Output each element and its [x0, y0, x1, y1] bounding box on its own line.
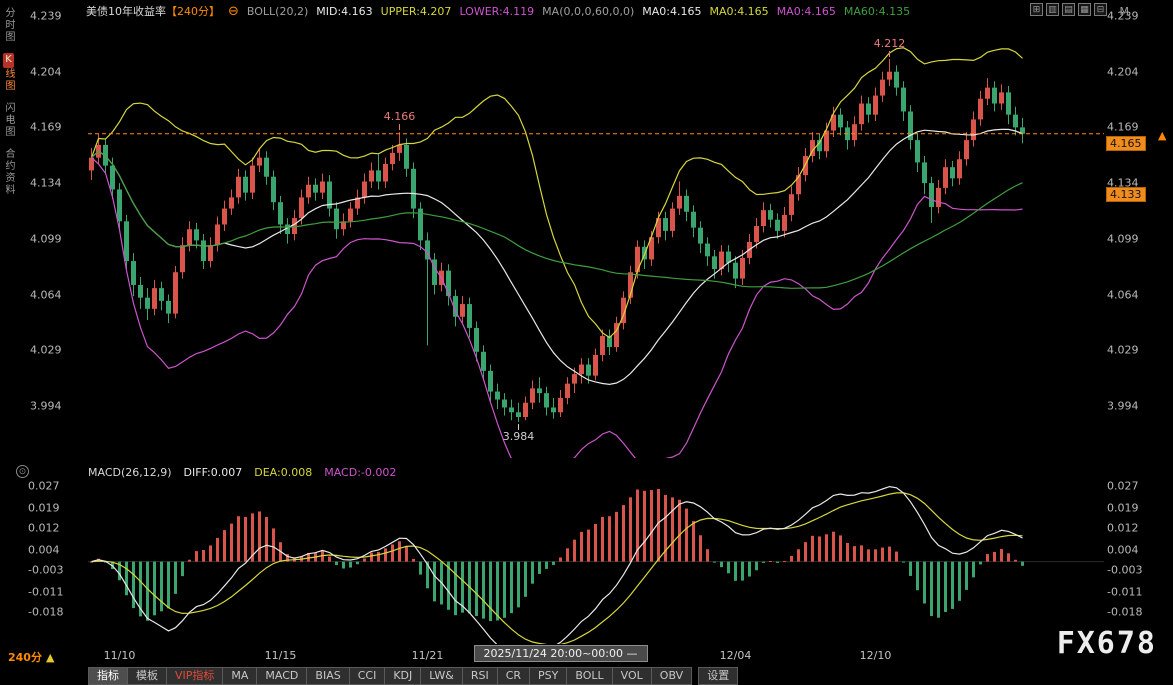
secondary-price-tag: 4.133 — [1106, 187, 1146, 202]
toolbar-tab[interactable]: MACD — [257, 667, 307, 685]
k-badge: K — [3, 53, 14, 68]
price-axis-label-left: 4.204 — [30, 65, 62, 78]
ma-values: MA0:4.165 MA0:4.165 MA0:4.165 MA60:4.135 — [642, 5, 910, 18]
macd-axis-label-right: 0.019 — [1107, 502, 1139, 515]
ma-value: MA0:4.165 — [777, 5, 836, 18]
macd-axis-label-left: -0.003 — [28, 564, 63, 577]
line-chart-icon[interactable]: ▤ — [1062, 3, 1075, 16]
crosshair-date-box: 2025/11/24 20:00~00:00 — — [473, 645, 647, 662]
ma-value: MA0:4.165 — [642, 5, 701, 18]
price-axis-label-right: 4.099 — [1107, 232, 1139, 245]
toolbar-tab[interactable]: MA — [223, 667, 257, 685]
macd-axis-label-right: -0.011 — [1107, 586, 1142, 599]
sidebar-item-tab[interactable]: 分时图 — [1, 7, 16, 43]
period-text[interactable]: 240分 — [8, 651, 42, 664]
macd-axis-label-right: 0.027 — [1107, 480, 1139, 493]
add-panel-icon[interactable]: ⊞ — [1030, 3, 1043, 16]
boll-params-label: BOLL(20,2) — [247, 5, 308, 18]
bar-chart-icon[interactable]: ▥ — [1046, 3, 1059, 16]
price-marker-arrow[interactable]: ▲ — [1158, 129, 1166, 142]
chart-title: 美债10年收益率 — [86, 3, 166, 19]
x-axis-label: 12/04 — [720, 649, 752, 662]
macd-axis-label-right: -0.018 — [1107, 606, 1142, 619]
window-controls: ⊞▥▤▦⊟ — [1030, 3, 1107, 16]
ma-params-label: MA(0,0,0,60,0,0) — [542, 5, 634, 18]
price-axis-label-right: 4.029 — [1107, 344, 1139, 357]
price-axis-label-right: 4.204 — [1107, 65, 1139, 78]
price-axis-label-left: 4.099 — [30, 232, 62, 245]
macd-axis-label-right: 0.012 — [1107, 522, 1139, 535]
x-axis-label: 12/10 — [860, 649, 892, 662]
toolbar-tab[interactable]: CCI — [350, 667, 386, 685]
candlestick-panel-icon[interactable]: ▦ — [1078, 3, 1091, 16]
collapse-panel-icon[interactable]: ⊟ — [1094, 3, 1107, 16]
macd-diff-value: DIFF:0.007 — [184, 466, 243, 479]
price-axis-label-left: 3.994 — [30, 399, 62, 412]
macd-axis-label-left: 0.019 — [28, 502, 60, 515]
sidebar-item-tab[interactable]: 闪电图 — [1, 102, 16, 138]
price-annotation: 4.166 — [384, 110, 416, 123]
current-period-indicator: 240分 ▲ — [8, 649, 54, 665]
price-annotation: 4.212 — [874, 37, 906, 50]
x-axis-label: 11/10 — [104, 649, 136, 662]
period-tag: 【240分】 — [166, 3, 220, 19]
price-axis-label-left: 4.064 — [30, 288, 62, 301]
toolbar-tab[interactable]: RSI — [463, 667, 498, 685]
price-axis-label-left: 4.239 — [30, 10, 62, 23]
toolbar-tab[interactable]: VOL — [613, 667, 652, 685]
current-price-tag: 4.165 — [1106, 136, 1146, 151]
sidebar-item-kline-active[interactable]: K线图 — [1, 53, 16, 92]
price-axis-label-right: 3.994 — [1107, 399, 1139, 412]
period-up-arrow-icon: ▲ — [46, 651, 54, 664]
boll-lower-value: LOWER:4.119 — [459, 5, 534, 18]
boll-mid-value: MID:4.163 — [316, 5, 372, 18]
x-axis-label: 11/15 — [265, 649, 297, 662]
price-annotation: 3.984 — [503, 430, 535, 443]
header-truncated-text: M — [1120, 5, 1130, 18]
price-axis-label-left: 4.029 — [30, 344, 62, 357]
macd-dea-value: DEA:0.008 — [254, 466, 312, 479]
macd-params-label: MACD(26,12,9) — [88, 466, 172, 479]
toolbar-tab[interactable]: 指标 — [88, 667, 128, 685]
toolbar-tab[interactable]: BOLL — [567, 667, 612, 685]
macd-axis-label-left: -0.011 — [28, 586, 63, 599]
ma-value: MA60:4.135 — [844, 5, 910, 18]
x-axis-label: 11/21 — [412, 649, 444, 662]
macd-axis-label-right: 0.004 — [1107, 544, 1139, 557]
price-axis-label-left: 4.169 — [30, 121, 62, 134]
sidebar-item-tab[interactable]: 合约资料 — [1, 148, 16, 196]
zoom-out-icon[interactable]: ⊖ — [228, 4, 239, 19]
toolbar-tab[interactable]: VIP指标 — [167, 667, 223, 685]
toolbar-tab[interactable]: KDJ — [385, 667, 421, 685]
toolbar-tab[interactable]: LW& — [421, 667, 463, 685]
toolbar-tab[interactable]: CR — [498, 667, 530, 685]
indicator-toolbar: 指标模板VIP指标MAMACDBIASCCIKDJLW&RSICRPSYBOLL… — [88, 667, 738, 685]
price-axis-label-left: 4.134 — [30, 177, 62, 190]
toolbar-tab[interactable]: PSY — [530, 667, 567, 685]
toolbar-tab[interactable]: 模板 — [128, 667, 167, 685]
toolbar-tab[interactable]: 设置 — [698, 667, 738, 685]
price-axis-label-right: 4.169 — [1107, 121, 1139, 134]
boll-upper-value: UPPER:4.207 — [381, 5, 452, 18]
indicator-settings-icon[interactable]: ⊙ — [16, 465, 29, 478]
macd-macd-value: MACD:-0.002 — [324, 466, 396, 479]
price-axis-label-right: 4.064 — [1107, 288, 1139, 301]
chart-header: 美债10年收益率 【240分】 ⊖ BOLL(20,2) MID:4.163 U… — [86, 3, 910, 19]
macd-axis-label-left: 0.012 — [28, 522, 60, 535]
watermark: FX678 — [1057, 626, 1157, 661]
chart-overlay-layer: 4.2394.2394.2044.2044.1694.1694.1344.134… — [0, 0, 1173, 685]
ma-value: MA0:4.165 — [709, 5, 768, 18]
toolbar-tab[interactable]: BIAS — [307, 667, 349, 685]
toolbar-tab[interactable]: OBV — [652, 667, 692, 685]
macd-axis-label-left: -0.018 — [28, 606, 63, 619]
macd-header: MACD(26,12,9) DIFF:0.007 DEA:0.008 MACD:… — [88, 466, 396, 479]
macd-axis-label-left: 0.004 — [28, 544, 60, 557]
macd-axis-label-right: -0.003 — [1107, 564, 1142, 577]
left-sidebar: 分时图 K线图闪电图合约资料 — [0, 2, 17, 201]
macd-axis-label-left: 0.027 — [28, 480, 60, 493]
